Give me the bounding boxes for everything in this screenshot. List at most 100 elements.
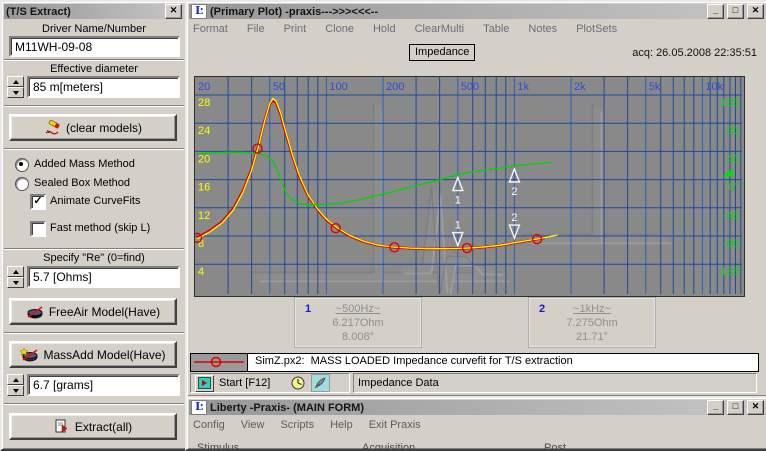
close-icon[interactable]: ✕ bbox=[165, 4, 182, 19]
menu-help[interactable]: Help bbox=[330, 419, 353, 435]
close-icon[interactable]: ✕ bbox=[747, 4, 764, 19]
svg-text:20: 20 bbox=[198, 153, 210, 165]
svg-text:45: 45 bbox=[727, 153, 739, 165]
spin-down-button[interactable] bbox=[7, 385, 24, 396]
diameter-input[interactable] bbox=[27, 76, 180, 98]
cursor-2-id: 2 bbox=[539, 303, 546, 315]
close-icon[interactable]: ✕ bbox=[747, 400, 764, 415]
grams-input[interactable] bbox=[27, 374, 180, 396]
maximize-icon[interactable]: □ bbox=[727, 4, 744, 19]
praxis-desktop: (T/S Extract) ✕ Driver Name/Number Effec… bbox=[0, 0, 766, 451]
maximize-icon[interactable]: □ bbox=[727, 400, 744, 415]
checkbox-fast-label: Fast method (skip L) bbox=[50, 222, 151, 234]
menu-table[interactable]: Table bbox=[483, 23, 509, 39]
plot-window-title: (Primary Plot) -praxis--->>><<<-- bbox=[210, 5, 379, 18]
ts-extract-title: (T/S Extract) bbox=[6, 5, 71, 18]
svg-text:20: 20 bbox=[198, 81, 210, 93]
spin-down-button[interactable] bbox=[7, 277, 24, 288]
separator bbox=[4, 148, 184, 150]
main-form-titlebar[interactable]: Ŀ Liberty -Praxis- (MAIN FORM) _ □ ✕ bbox=[189, 400, 766, 415]
checkbox-fast-method[interactable] bbox=[30, 221, 46, 237]
driver-name-label: Driver Name/Number bbox=[42, 23, 146, 35]
svg-text:1: 1 bbox=[455, 195, 461, 207]
minimize-icon[interactable]: _ bbox=[707, 400, 724, 415]
praxis-logo-icon: Ŀ bbox=[191, 400, 207, 415]
plot-titlebar[interactable]: Ŀ (Primary Plot) -praxis--->>><<<-- _ □ … bbox=[189, 4, 766, 19]
checkbox-animate-curvefits[interactable]: ✓ bbox=[30, 194, 46, 210]
extract-all-button[interactable]: Extract(all) bbox=[9, 413, 177, 440]
svg-text:2: 2 bbox=[511, 186, 517, 198]
svg-text:1: 1 bbox=[455, 220, 461, 232]
feather-icon[interactable] bbox=[311, 374, 331, 392]
svg-text:2k: 2k bbox=[574, 81, 586, 93]
clock-icon[interactable] bbox=[289, 375, 306, 391]
re-input[interactable] bbox=[27, 266, 180, 288]
cursor-1-freq[interactable]: ~500Hz~ bbox=[296, 302, 420, 316]
grams-stepper bbox=[7, 374, 24, 396]
start-button[interactable] bbox=[195, 374, 214, 392]
menu-plotsets[interactable]: PlotSets bbox=[576, 23, 617, 39]
menu-config[interactable]: Config bbox=[193, 419, 225, 435]
menu-exit-praxis[interactable]: Exit Praxis bbox=[369, 419, 421, 435]
menu-notes[interactable]: Notes bbox=[528, 23, 557, 39]
menu-clearmulti[interactable]: ClearMulti bbox=[415, 23, 465, 39]
minimize-icon[interactable]: _ bbox=[707, 4, 724, 19]
checkbox-animate-label: Animate CurveFits bbox=[50, 195, 141, 207]
main-form-title: Liberty -Praxis- (MAIN FORM) bbox=[210, 401, 365, 414]
diameter-stepper bbox=[7, 76, 24, 98]
svg-text:200: 200 bbox=[386, 81, 404, 93]
praxis-logo-icon: Ŀ bbox=[191, 4, 207, 19]
freeair-model-button[interactable]: FreeAir Model(Have) bbox=[9, 298, 177, 325]
impedance-plot-canvas[interactable]: 20 50 100 200 500 1k 2k 5k 10k 28 24 20 16 12 8 4 135 90 4… bbox=[191, 76, 745, 308]
svg-text:24: 24 bbox=[198, 125, 210, 137]
legend-swatch bbox=[191, 354, 248, 371]
primary-plot-window: Ŀ (Primary Plot) -praxis--->>><<<-- _ □ … bbox=[185, 0, 766, 398]
ts-extract-window: (T/S Extract) ✕ Driver Name/Number Effec… bbox=[0, 0, 188, 451]
main-form-menubar: Config View Scripts Help Exit Praxis bbox=[193, 419, 764, 435]
legend-label: SimZ.px2: MASS LOADED Impedance curvefit… bbox=[255, 355, 573, 367]
spin-up-button[interactable] bbox=[7, 266, 24, 277]
svg-text:16: 16 bbox=[198, 182, 210, 194]
radio-sealed-box-label: Sealed Box Method bbox=[34, 177, 131, 189]
svg-text:90: 90 bbox=[727, 125, 739, 137]
radio-added-mass[interactable] bbox=[15, 158, 29, 172]
svg-text:10k: 10k bbox=[705, 81, 723, 93]
status-data-label: Impedance Data bbox=[358, 377, 439, 389]
separator bbox=[4, 248, 184, 250]
menu-hold[interactable]: Hold bbox=[373, 23, 396, 39]
cursor-readout-1: 1 ~500Hz~ 6.217Ohm 8.008° bbox=[295, 298, 421, 347]
menu-print[interactable]: Print bbox=[284, 23, 307, 39]
svg-text:4: 4 bbox=[198, 266, 204, 278]
svg-text:100: 100 bbox=[329, 81, 347, 93]
spin-up-button[interactable] bbox=[7, 76, 24, 87]
driver-name-input[interactable] bbox=[9, 36, 180, 57]
cursor-1-id: 1 bbox=[305, 303, 312, 315]
radio-sealed-box[interactable] bbox=[15, 177, 29, 191]
svg-text:135: 135 bbox=[721, 97, 739, 109]
svg-text:1k: 1k bbox=[517, 81, 529, 93]
massadd-model-button[interactable]: MassAdd Model(Have) bbox=[9, 341, 177, 368]
ts-extract-titlebar[interactable]: (T/S Extract) ✕ bbox=[4, 4, 184, 19]
plot-statusbar: Start [F12] Impedance Data bbox=[190, 373, 757, 393]
legend-row[interactable]: SimZ.px2: MASS LOADED Impedance curvefit… bbox=[190, 353, 759, 372]
svg-text:5k: 5k bbox=[649, 81, 661, 93]
spin-down-button[interactable] bbox=[7, 87, 24, 98]
cursor-1-ohm: 6.217Ohm bbox=[332, 317, 384, 329]
menu-format[interactable]: Format bbox=[193, 23, 228, 39]
cursor-2-freq[interactable]: ~1kHz~ bbox=[530, 302, 654, 316]
svg-text:2: 2 bbox=[511, 212, 517, 224]
clear-models-button[interactable]: (clear models) bbox=[9, 114, 177, 141]
menu-scripts[interactable]: Scripts bbox=[280, 419, 314, 435]
menu-clone[interactable]: Clone bbox=[325, 23, 354, 39]
massadd-icon bbox=[20, 347, 38, 362]
radio-added-mass-label: Added Mass Method bbox=[34, 158, 135, 170]
status-start-cell: Start [F12] bbox=[190, 373, 350, 393]
separator bbox=[4, 403, 184, 405]
svg-text:28: 28 bbox=[198, 97, 210, 109]
spin-up-button[interactable] bbox=[7, 374, 24, 385]
plot-type-badge[interactable]: Impedance bbox=[409, 44, 476, 61]
extract-all-label: Extract(all) bbox=[74, 419, 133, 434]
check-icon: ✓ bbox=[33, 195, 43, 207]
menu-view[interactable]: View bbox=[241, 419, 265, 435]
menu-file[interactable]: File bbox=[247, 23, 265, 39]
